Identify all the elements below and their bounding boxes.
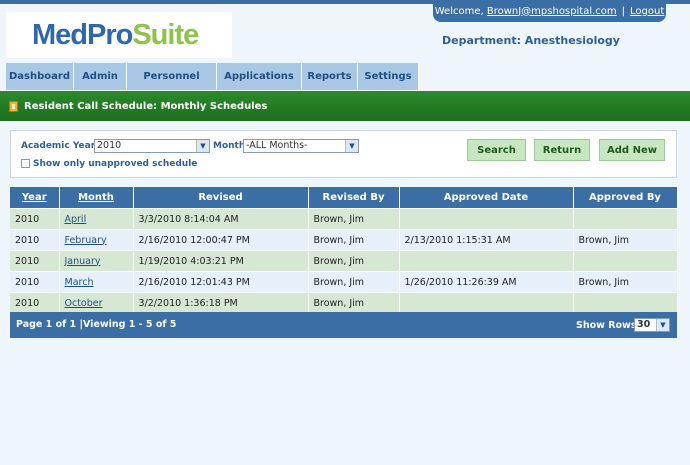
schedule-table: Year Month Revised Revised By Approved D… (10, 187, 678, 313)
academic-year-select[interactable]: 2010 ▼ (94, 139, 210, 153)
cell-approved-by: Brown, Jim (573, 229, 678, 251)
cell-revised-by: Brown, Jim (308, 292, 400, 313)
cell-revised-by: Brown, Jim (308, 271, 400, 293)
chevron-down-icon: ▼ (345, 140, 358, 152)
unapproved-checkbox[interactable] (21, 159, 30, 168)
tab-personnel[interactable]: Personnel (127, 63, 217, 90)
tab-settings[interactable]: Settings (358, 63, 419, 90)
cell-approved-date: 1/26/2010 11:26:39 AM (399, 271, 574, 293)
table-header-row: Year Month Revised Revised By Approved D… (10, 187, 678, 209)
cell-revised-by: Brown, Jim (308, 229, 400, 251)
table-row: 2010 January 1/19/2010 4:03:21 PM Brown,… (10, 250, 678, 272)
show-rows-label: Show Rows (576, 320, 637, 331)
month-value: -ALL Months- (246, 140, 308, 151)
col-header-approved-date: Approved Date (399, 187, 574, 209)
cell-approved-by (573, 250, 678, 272)
cell-revised: 1/19/2010 4:03:21 PM (133, 250, 309, 272)
cell-approved-by (573, 208, 678, 230)
calendar-icon (9, 100, 18, 112)
search-button[interactable]: Search (467, 139, 526, 161)
table-row: 2010 February 2/16/2010 12:00:47 PM Brow… (10, 229, 678, 251)
chevron-down-icon: ▼ (196, 140, 209, 152)
return-button[interactable]: Return (534, 139, 590, 161)
col-header-month[interactable]: Month (59, 187, 134, 209)
logo-text-medpro: MedPro (32, 18, 133, 51)
tab-reports[interactable]: Reports (302, 63, 358, 90)
chevron-down-icon: ▼ (656, 319, 669, 331)
tab-applications[interactable]: Applications (217, 63, 302, 90)
cell-revised: 3/3/2010 8:14:04 AM (133, 208, 309, 230)
academic-year-label: Academic Year (21, 141, 96, 151)
table-row: 2010 October 3/2/2010 1:36:18 PM Brown, … (10, 292, 678, 313)
cell-month: February (59, 229, 134, 251)
table-row: 2010 March 2/16/2010 12:01:43 PM Brown, … (10, 271, 678, 293)
month-link[interactable]: April (65, 214, 87, 225)
cell-year: 2010 (10, 292, 60, 313)
page-title: Resident Call Schedule: Monthly Schedule… (24, 100, 268, 112)
table-row: 2010 April 3/3/2010 8:14:04 AM Brown, Ji… (10, 208, 678, 230)
filter-panel: Academic Year 2010 ▼ Month -ALL Months- … (10, 130, 677, 178)
user-email-link[interactable]: BrownJ@mpshospital.com (487, 6, 617, 17)
month-link[interactable]: October (65, 298, 103, 309)
show-rows-value: 30 (637, 319, 651, 330)
month-link[interactable]: February (65, 235, 107, 246)
app-logo: MedPro Suite (6, 12, 232, 58)
show-rows-select[interactable]: 30 ▼ (634, 318, 670, 332)
main-nav: Dashboard Admin Personnel Applications R… (6, 63, 419, 90)
tab-admin[interactable]: Admin (74, 63, 127, 90)
cell-year: 2010 (10, 229, 60, 251)
cell-approved-date: 2/13/2010 1:15:31 AM (399, 229, 574, 251)
cell-approved-date (399, 292, 574, 313)
col-header-revised: Revised (133, 187, 309, 209)
page-title-bar: Resident Call Schedule: Monthly Schedule… (0, 91, 690, 121)
welcome-panel: Welcome, BrownJ@mpshospital.com | Logout (433, 0, 666, 22)
cell-approved-date (399, 208, 574, 230)
month-link[interactable]: January (65, 256, 101, 267)
cell-month: March (59, 271, 134, 293)
cell-revised-by: Brown, Jim (308, 250, 400, 272)
unapproved-label: Show only unapproved schedule (33, 159, 198, 169)
cell-year: 2010 (10, 208, 60, 230)
cell-revised: 2/16/2010 12:01:43 PM (133, 271, 309, 293)
pager-bar: Page 1 of 1 |Viewing 1 - 5 of 5 Show Row… (10, 312, 677, 338)
cell-revised: 2/16/2010 12:00:47 PM (133, 229, 309, 251)
department-label: Department: Anesthesiology (442, 34, 620, 47)
cell-approved-by: Brown, Jim (573, 271, 678, 293)
month-link[interactable]: March (65, 277, 94, 288)
cell-month: October (59, 292, 134, 313)
cell-month: April (59, 208, 134, 230)
cell-year: 2010 (10, 271, 60, 293)
col-header-revised-by: Revised By (308, 187, 400, 209)
col-header-approved-by: Approved By (573, 187, 678, 209)
pager-info: Page 1 of 1 |Viewing 1 - 5 of 5 (16, 319, 177, 330)
cell-approved-date (399, 250, 574, 272)
logo-text-suite: Suite (132, 18, 199, 51)
welcome-text: Welcome, (434, 5, 484, 17)
cell-month: January (59, 250, 134, 272)
cell-revised-by: Brown, Jim (308, 208, 400, 230)
add-new-button[interactable]: Add New (599, 139, 665, 161)
welcome-separator: | (621, 5, 626, 17)
academic-year-value: 2010 (97, 140, 122, 151)
cell-approved-by (573, 292, 678, 313)
col-header-year[interactable]: Year (10, 187, 60, 209)
month-select[interactable]: -ALL Months- ▼ (243, 139, 359, 153)
logout-link[interactable]: Logout (630, 6, 664, 17)
cell-year: 2010 (10, 250, 60, 272)
tab-dashboard[interactable]: Dashboard (6, 63, 74, 90)
cell-revised: 3/2/2010 1:36:18 PM (133, 292, 309, 313)
month-label: Month (213, 141, 246, 151)
